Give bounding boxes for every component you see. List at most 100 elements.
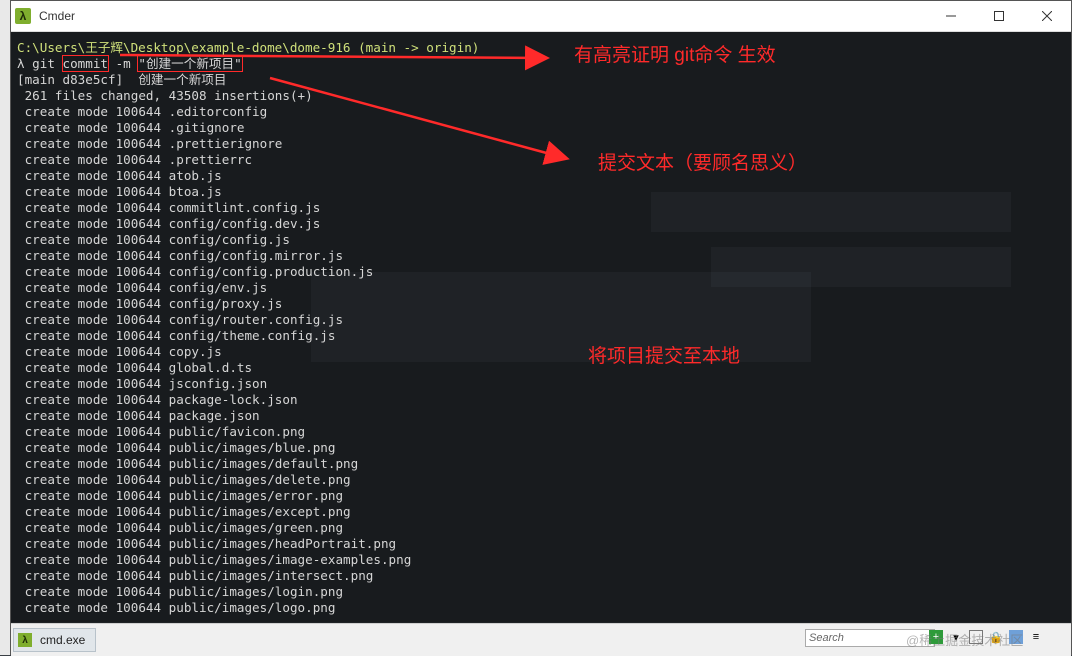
file-path: public/images/green.png (168, 520, 344, 535)
create-mode-line: create mode 100644 config/config.product… (17, 264, 1071, 280)
create-mode-line: create mode 100644 public/images/green.p… (17, 520, 1071, 536)
file-path: public/images/logo.png (168, 600, 336, 615)
file-path: atob.js (168, 168, 222, 183)
cmder-window: λ Cmder C:\Users\王子辉\Desktop\example-dom… (10, 0, 1072, 656)
file-path: public/images/except.png (168, 504, 351, 519)
create-mode-line: create mode 100644 .prettierignore (17, 136, 1071, 152)
create-mode-prefix: create mode 100644 (17, 280, 169, 295)
create-mode-line: create mode 100644 public/images/blue.pn… (17, 440, 1071, 456)
terminal-output[interactable]: C:\Users\王子辉\Desktop\example-dome\dome-9… (11, 32, 1071, 622)
create-mode-line: create mode 100644 public/images/default… (17, 456, 1071, 472)
create-mode-line: create mode 100644 public/images/login.p… (17, 584, 1071, 600)
file-path: package-lock.json (168, 392, 298, 407)
close-button[interactable] (1023, 1, 1071, 31)
prompt-line: C:\Users\王子辉\Desktop\example-dome\dome-9… (17, 40, 1071, 56)
file-path: package.json (168, 408, 260, 423)
create-mode-line: create mode 100644 public/images/logo.pn… (17, 600, 1071, 616)
maximize-button[interactable] (975, 1, 1023, 31)
file-path: public/images/intersect.png (168, 568, 374, 583)
file-path: config/env.js (168, 280, 268, 295)
watermark: @稀土掘金技术社区 (906, 633, 1024, 648)
create-mode-prefix: create mode 100644 (17, 360, 169, 375)
create-mode-line: create mode 100644 public/images/headPor… (17, 536, 1071, 552)
menu-icon[interactable]: ≡ (1029, 630, 1043, 644)
file-path: .prettierignore (168, 136, 283, 151)
create-mode-prefix: create mode 100644 (17, 552, 169, 567)
title-bar[interactable]: λ Cmder (11, 1, 1071, 32)
create-mode-prefix: create mode 100644 (17, 168, 169, 183)
file-path: public/images/error.png (168, 488, 344, 503)
create-mode-line: create mode 100644 config/config.mirror.… (17, 248, 1071, 264)
file-path: btoa.js (168, 184, 222, 199)
create-mode-prefix: create mode 100644 (17, 232, 169, 247)
create-mode-prefix: create mode 100644 (17, 488, 169, 503)
summary-line: 261 files changed, 43508 insertions(+) (17, 88, 313, 103)
create-mode-prefix: create mode 100644 (17, 216, 169, 231)
file-path: copy.js (168, 344, 222, 359)
create-mode-line: create mode 100644 config/config.dev.js (17, 216, 1071, 232)
file-path: .gitignore (168, 120, 245, 135)
create-mode-prefix: create mode 100644 (17, 536, 169, 551)
minimize-icon (946, 15, 956, 17)
file-path: public/images/headPortrait.png (168, 536, 397, 551)
cmder-logo-icon: λ (15, 8, 31, 24)
file-list: create mode 100644 .editorconfig create … (17, 104, 1071, 616)
create-mode-line: create mode 100644 public/images/error.p… (17, 488, 1071, 504)
create-mode-line: create mode 100644 copy.js (17, 344, 1071, 360)
create-mode-prefix: create mode 100644 (17, 408, 169, 423)
create-mode-line: create mode 100644 config/config.js (17, 232, 1071, 248)
create-mode-prefix: create mode 100644 (17, 376, 169, 391)
window-title: Cmder (39, 9, 76, 23)
create-mode-line: create mode 100644 config/theme.config.j… (17, 328, 1071, 344)
create-mode-line: create mode 100644 jsconfig.json (17, 376, 1071, 392)
create-mode-line: create mode 100644 btoa.js (17, 184, 1071, 200)
file-path: config/theme.config.js (168, 328, 336, 343)
file-path: commitlint.config.js (168, 200, 321, 215)
annotation-commit-local: 将项目提交至本地 (588, 346, 741, 367)
file-path: public/images/blue.png (168, 440, 336, 455)
file-path: .editorconfig (168, 104, 268, 119)
maximize-icon (994, 11, 1004, 21)
create-mode-line: create mode 100644 public/images/interse… (17, 568, 1071, 584)
create-mode-line: create mode 100644 global.d.ts (17, 360, 1071, 376)
cmder-tab-icon: λ (18, 633, 32, 647)
create-mode-prefix: create mode 100644 (17, 104, 169, 119)
create-mode-prefix: create mode 100644 (17, 248, 169, 263)
create-mode-line: create mode 100644 .editorconfig (17, 104, 1071, 120)
create-mode-prefix: create mode 100644 (17, 120, 169, 135)
create-mode-prefix: create mode 100644 (17, 136, 169, 151)
create-mode-prefix: create mode 100644 (17, 184, 169, 199)
create-mode-prefix: create mode 100644 (17, 600, 169, 615)
create-mode-line: create mode 100644 atob.js (17, 168, 1071, 184)
create-mode-prefix: create mode 100644 (17, 296, 169, 311)
annotation-highlight: 有高亮证明 git命令 生效 (574, 45, 776, 66)
prompt-branch: (main -> origin) (350, 40, 480, 55)
create-mode-line: create mode 100644 public/images/except.… (17, 504, 1071, 520)
file-path: public/images/image-examples.png (168, 552, 412, 567)
create-mode-line: create mode 100644 commitlint.config.js (17, 200, 1071, 216)
file-path: public/favicon.png (168, 424, 306, 439)
create-mode-prefix: create mode 100644 (17, 328, 169, 343)
create-mode-prefix: create mode 100644 (17, 344, 169, 359)
cmd-git: git (24, 56, 63, 71)
console-tab[interactable]: λ cmd.exe (13, 628, 97, 652)
result-header: [main d83e5cf] 创建一个新项目 (17, 72, 227, 87)
file-path: config/config.js (168, 232, 290, 247)
file-path: public/images/delete.png (168, 472, 351, 487)
create-mode-prefix: create mode 100644 (17, 440, 169, 455)
file-path: .prettierrc (168, 152, 253, 167)
file-path: public/images/default.png (168, 456, 359, 471)
create-mode-prefix: create mode 100644 (17, 456, 169, 471)
create-mode-line: create mode 100644 package.json (17, 408, 1071, 424)
lambda-prompt: λ (17, 56, 25, 71)
minimize-button[interactable] (927, 1, 975, 31)
create-mode-prefix: create mode 100644 (17, 584, 169, 599)
create-mode-prefix: create mode 100644 (17, 424, 169, 439)
cmd-commit-highlight: commit (61, 55, 110, 72)
create-mode-line: create mode 100644 public/images/delete.… (17, 472, 1071, 488)
create-mode-prefix: create mode 100644 (17, 312, 169, 327)
prompt-path: C:\Users\王子辉\Desktop\example-dome\dome-9… (17, 40, 351, 55)
file-path: config/router.config.js (168, 312, 344, 327)
file-path: config/proxy.js (168, 296, 283, 311)
cmd-flag: -m (108, 56, 139, 71)
